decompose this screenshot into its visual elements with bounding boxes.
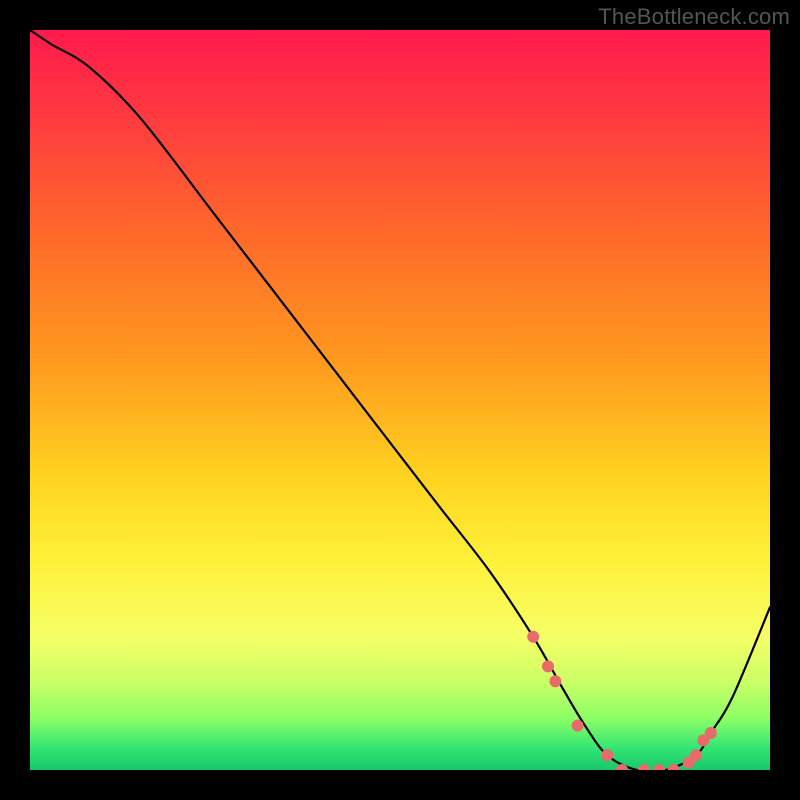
gradient-background [30, 30, 770, 770]
marker-dot [601, 749, 613, 761]
marker-dot [527, 631, 539, 643]
marker-dot [572, 720, 584, 732]
bottleneck-chart [30, 30, 770, 770]
marker-dot [549, 675, 561, 687]
marker-dot [690, 749, 702, 761]
marker-dot [542, 660, 554, 672]
marker-dot [705, 727, 717, 739]
chart-frame: TheBottleneck.com [0, 0, 800, 800]
watermark-text: TheBottleneck.com [598, 4, 790, 30]
